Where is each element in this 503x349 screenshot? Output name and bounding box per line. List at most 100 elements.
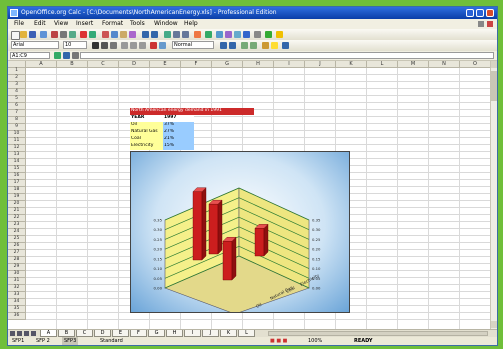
sheet-tab[interactable]: F	[130, 330, 147, 337]
sort-ascending-icon[interactable]	[173, 31, 180, 38]
borders-icon[interactable]	[262, 42, 269, 49]
row-header[interactable]: 27	[8, 250, 26, 257]
row-header[interactable]: 28	[8, 257, 26, 264]
menu-file[interactable]: File	[14, 19, 24, 29]
redo-icon[interactable]	[151, 31, 158, 38]
sheet-tab[interactable]: B	[58, 330, 75, 337]
row-header[interactable]: 35	[8, 306, 26, 313]
row-header[interactable]: 22	[8, 215, 26, 222]
sheet-tab[interactable]: H	[166, 330, 183, 337]
function-icon[interactable]	[72, 52, 79, 59]
sort-descending-icon[interactable]	[182, 31, 189, 38]
navigator-icon[interactable]	[225, 31, 232, 38]
indent-icon[interactable]	[241, 42, 248, 49]
table-icon[interactable]	[282, 42, 289, 49]
open-icon[interactable]	[20, 31, 27, 38]
scroll-down-icon[interactable]	[491, 321, 497, 328]
wrap-icon[interactable]	[159, 42, 166, 49]
column-header[interactable]: L	[367, 61, 398, 68]
cut-icon[interactable]	[102, 31, 109, 38]
column-header[interactable]: B	[57, 61, 88, 68]
align-center-icon[interactable]	[130, 42, 137, 49]
formula-input[interactable]	[80, 52, 494, 59]
row-header[interactable]: 16	[8, 173, 26, 180]
select-all-corner[interactable]	[8, 61, 26, 68]
extra-icon[interactable]	[276, 31, 283, 38]
row-value-oil[interactable]: 37%	[163, 122, 194, 129]
header-year[interactable]: YEAR	[130, 115, 163, 122]
menu-tools[interactable]: Tools	[130, 19, 145, 29]
row-header[interactable]: 9	[8, 124, 26, 131]
align-right-icon[interactable]	[139, 42, 146, 49]
find-icon[interactable]	[216, 31, 223, 38]
column-header[interactable]: D	[119, 61, 150, 68]
column-header[interactable]: N	[429, 61, 460, 68]
row-header[interactable]: 34	[8, 299, 26, 306]
row-header[interactable]: 14	[8, 159, 26, 166]
sheet-tab[interactable]: C	[76, 330, 93, 337]
column-header[interactable]: E	[150, 61, 181, 68]
align-left-icon[interactable]	[121, 42, 128, 49]
prev-sheet-icon[interactable]	[17, 331, 22, 336]
menu-help[interactable]: Help	[184, 19, 198, 29]
sheet-tab[interactable]: D	[94, 330, 111, 337]
spreadsheet-grid[interactable]: ABCDEFGHIJKLMNO 1 2 3 4 5 6 7 8 9 10 11 12 13 14 15 16 1…	[8, 61, 490, 329]
vertical-scrollbar[interactable]	[490, 61, 497, 329]
sheet-tab[interactable]: L	[238, 330, 255, 337]
row-header[interactable]: 24	[8, 229, 26, 236]
row-label-electricity[interactable]: Electricity	[130, 143, 163, 150]
function-wizard-icon[interactable]	[54, 52, 61, 59]
font-name-combo[interactable]: Arial	[11, 41, 59, 49]
paste-icon[interactable]	[120, 31, 127, 38]
row-header[interactable]: 31	[8, 278, 26, 285]
scroll-up-icon[interactable]	[491, 61, 497, 68]
status-zoom[interactable]: 100%	[308, 337, 322, 345]
sheet-tab[interactable]: E	[112, 330, 129, 337]
minimize-icon[interactable]	[466, 9, 474, 17]
header-1997[interactable]: 1997	[163, 115, 194, 122]
sheet-tab[interactable]: A	[40, 330, 57, 337]
column-header[interactable]: I	[274, 61, 305, 68]
menu-window[interactable]: Window	[154, 19, 178, 29]
row-header[interactable]: 2	[8, 75, 26, 82]
zoom-icon[interactable]	[254, 31, 261, 38]
underline-icon[interactable]	[110, 42, 117, 49]
column-header[interactable]: C	[88, 61, 119, 68]
sheet-tab[interactable]: K	[220, 330, 237, 337]
row-header[interactable]: 36	[8, 313, 26, 320]
save-icon[interactable]	[29, 31, 36, 38]
row-header[interactable]: 33	[8, 292, 26, 299]
row-header[interactable]: 32	[8, 285, 26, 292]
row-label-coal[interactable]: Coal	[130, 136, 163, 143]
first-sheet-icon[interactable]	[10, 331, 15, 336]
hyperlink-icon[interactable]	[164, 31, 171, 38]
menu-insert[interactable]: Insert	[76, 19, 93, 29]
row-header[interactable]: 11	[8, 138, 26, 145]
fill-color-icon[interactable]	[271, 42, 278, 49]
chart-object[interactable]: 0.00 0.05 0.10 0.15 0.20 0.25 0.30 0.35 0.00 0.0…	[130, 151, 350, 315]
percent-icon[interactable]	[229, 42, 236, 49]
row-header[interactable]: 21	[8, 208, 26, 215]
row-value-coal[interactable]: 21%	[163, 136, 194, 143]
row-header[interactable]: 15	[8, 166, 26, 173]
print-icon[interactable]	[60, 31, 67, 38]
column-header[interactable]: K	[336, 61, 367, 68]
pdf-icon[interactable]	[51, 31, 58, 38]
next-sheet-icon[interactable]	[24, 331, 29, 336]
chart-icon[interactable]	[194, 31, 201, 38]
spellcheck-icon[interactable]	[80, 31, 87, 38]
maximize-icon[interactable]	[476, 9, 484, 17]
row-header[interactable]: 8	[8, 117, 26, 124]
row-label-oil[interactable]: Oil	[130, 122, 163, 129]
new-icon[interactable]	[11, 31, 20, 40]
row-header[interactable]: 7	[8, 110, 26, 117]
font-size-combo[interactable]: 10	[63, 41, 87, 49]
row-header[interactable]: 4	[8, 89, 26, 96]
row-header[interactable]: 25	[8, 236, 26, 243]
row-header[interactable]: 13	[8, 152, 26, 159]
autospell-icon[interactable]	[89, 31, 96, 38]
doc-minimize-icon[interactable]	[478, 21, 484, 27]
column-header[interactable]: A	[26, 61, 57, 68]
row-value-natural-gas[interactable]: 27%	[163, 129, 194, 136]
menu-format[interactable]: Format	[102, 19, 123, 29]
